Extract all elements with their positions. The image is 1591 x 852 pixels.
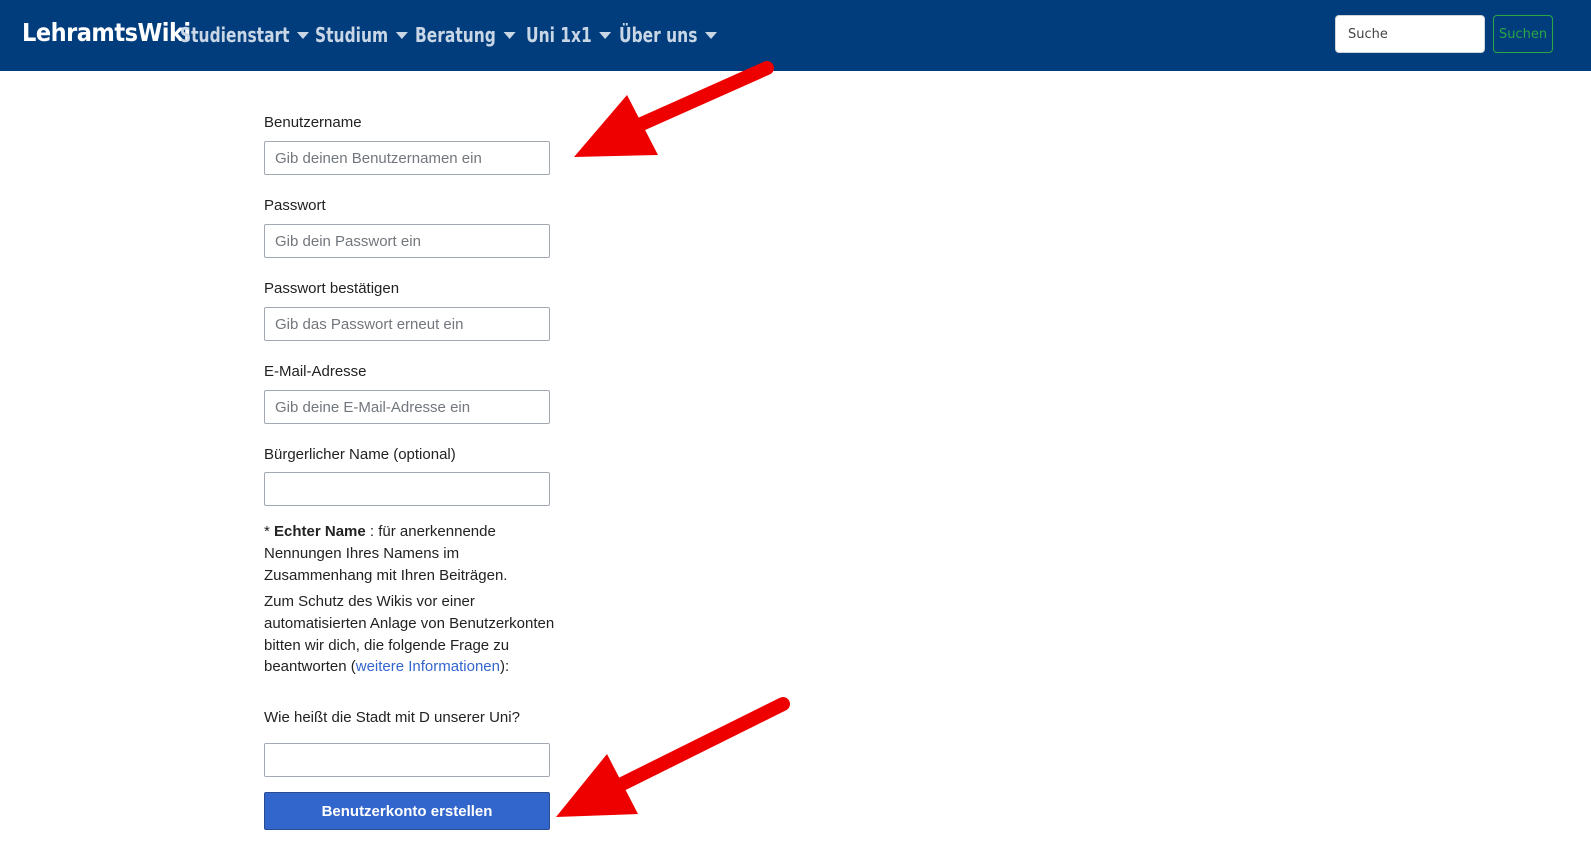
annotation-arrows [556, 61, 790, 817]
email-field[interactable] [264, 390, 550, 424]
realname-help-text: * Echter Name : für anerkennende Nennung… [264, 521, 556, 586]
username-field[interactable] [264, 141, 550, 175]
create-account-button[interactable]: Benutzerkonto erstellen [264, 792, 550, 830]
arrow-to-submit-icon [556, 697, 790, 817]
nav-beratung-label: Beratung [415, 23, 496, 47]
caret-down-icon [503, 31, 516, 39]
nav-uni-1x1[interactable]: Uni 1x1 [526, 20, 612, 50]
captcha-answer-field[interactable] [264, 743, 550, 777]
captcha-info-text: Zum Schutz des Wikis vor einer automatis… [264, 591, 556, 678]
nav-studium-label: Studium [315, 23, 389, 47]
nav-ueber-uns[interactable]: Über uns [619, 20, 718, 50]
captcha-more-info-link[interactable]: weitere Informationen [356, 658, 500, 675]
username-label: Benutzername [264, 114, 362, 131]
nav-studium[interactable]: Studium [315, 20, 408, 50]
top-navbar: LehramtsWiki Studienstart Studium Beratu… [0, 0, 1591, 71]
nav-studienstart-label: Studienstart [180, 23, 290, 47]
realname-help-bold: Echter Name [274, 523, 366, 540]
arrow-to-username-icon [574, 61, 774, 157]
password-label: Passwort [264, 197, 326, 214]
nav-studienstart[interactable]: Studienstart [180, 20, 310, 50]
caret-down-icon [297, 31, 310, 39]
nav-ueber-uns-label: Über uns [619, 23, 698, 47]
email-label: E-Mail-Adresse [264, 363, 367, 380]
caret-down-icon [705, 31, 718, 39]
search-button[interactable]: Suchen [1493, 15, 1553, 53]
site-logo[interactable]: LehramtsWiki [22, 18, 191, 47]
captcha-question-label: Wie heißt die Stadt mit D unserer Uni? [264, 709, 520, 726]
caret-down-icon [395, 31, 408, 39]
password-confirm-label: Passwort bestätigen [264, 280, 400, 297]
password-confirm-field[interactable] [264, 307, 550, 341]
caret-down-icon [599, 31, 612, 39]
realname-field[interactable] [264, 472, 550, 506]
password-field[interactable] [264, 224, 550, 258]
realname-label: Bürgerlicher Name (optional) [264, 446, 456, 463]
nav-beratung[interactable]: Beratung [415, 20, 516, 50]
nav-uni-1x1-label: Uni 1x1 [526, 23, 592, 47]
realname-help-prefix: * [264, 523, 275, 540]
captcha-info-suffix: ): [499, 658, 510, 676]
search-input[interactable] [1335, 15, 1485, 53]
